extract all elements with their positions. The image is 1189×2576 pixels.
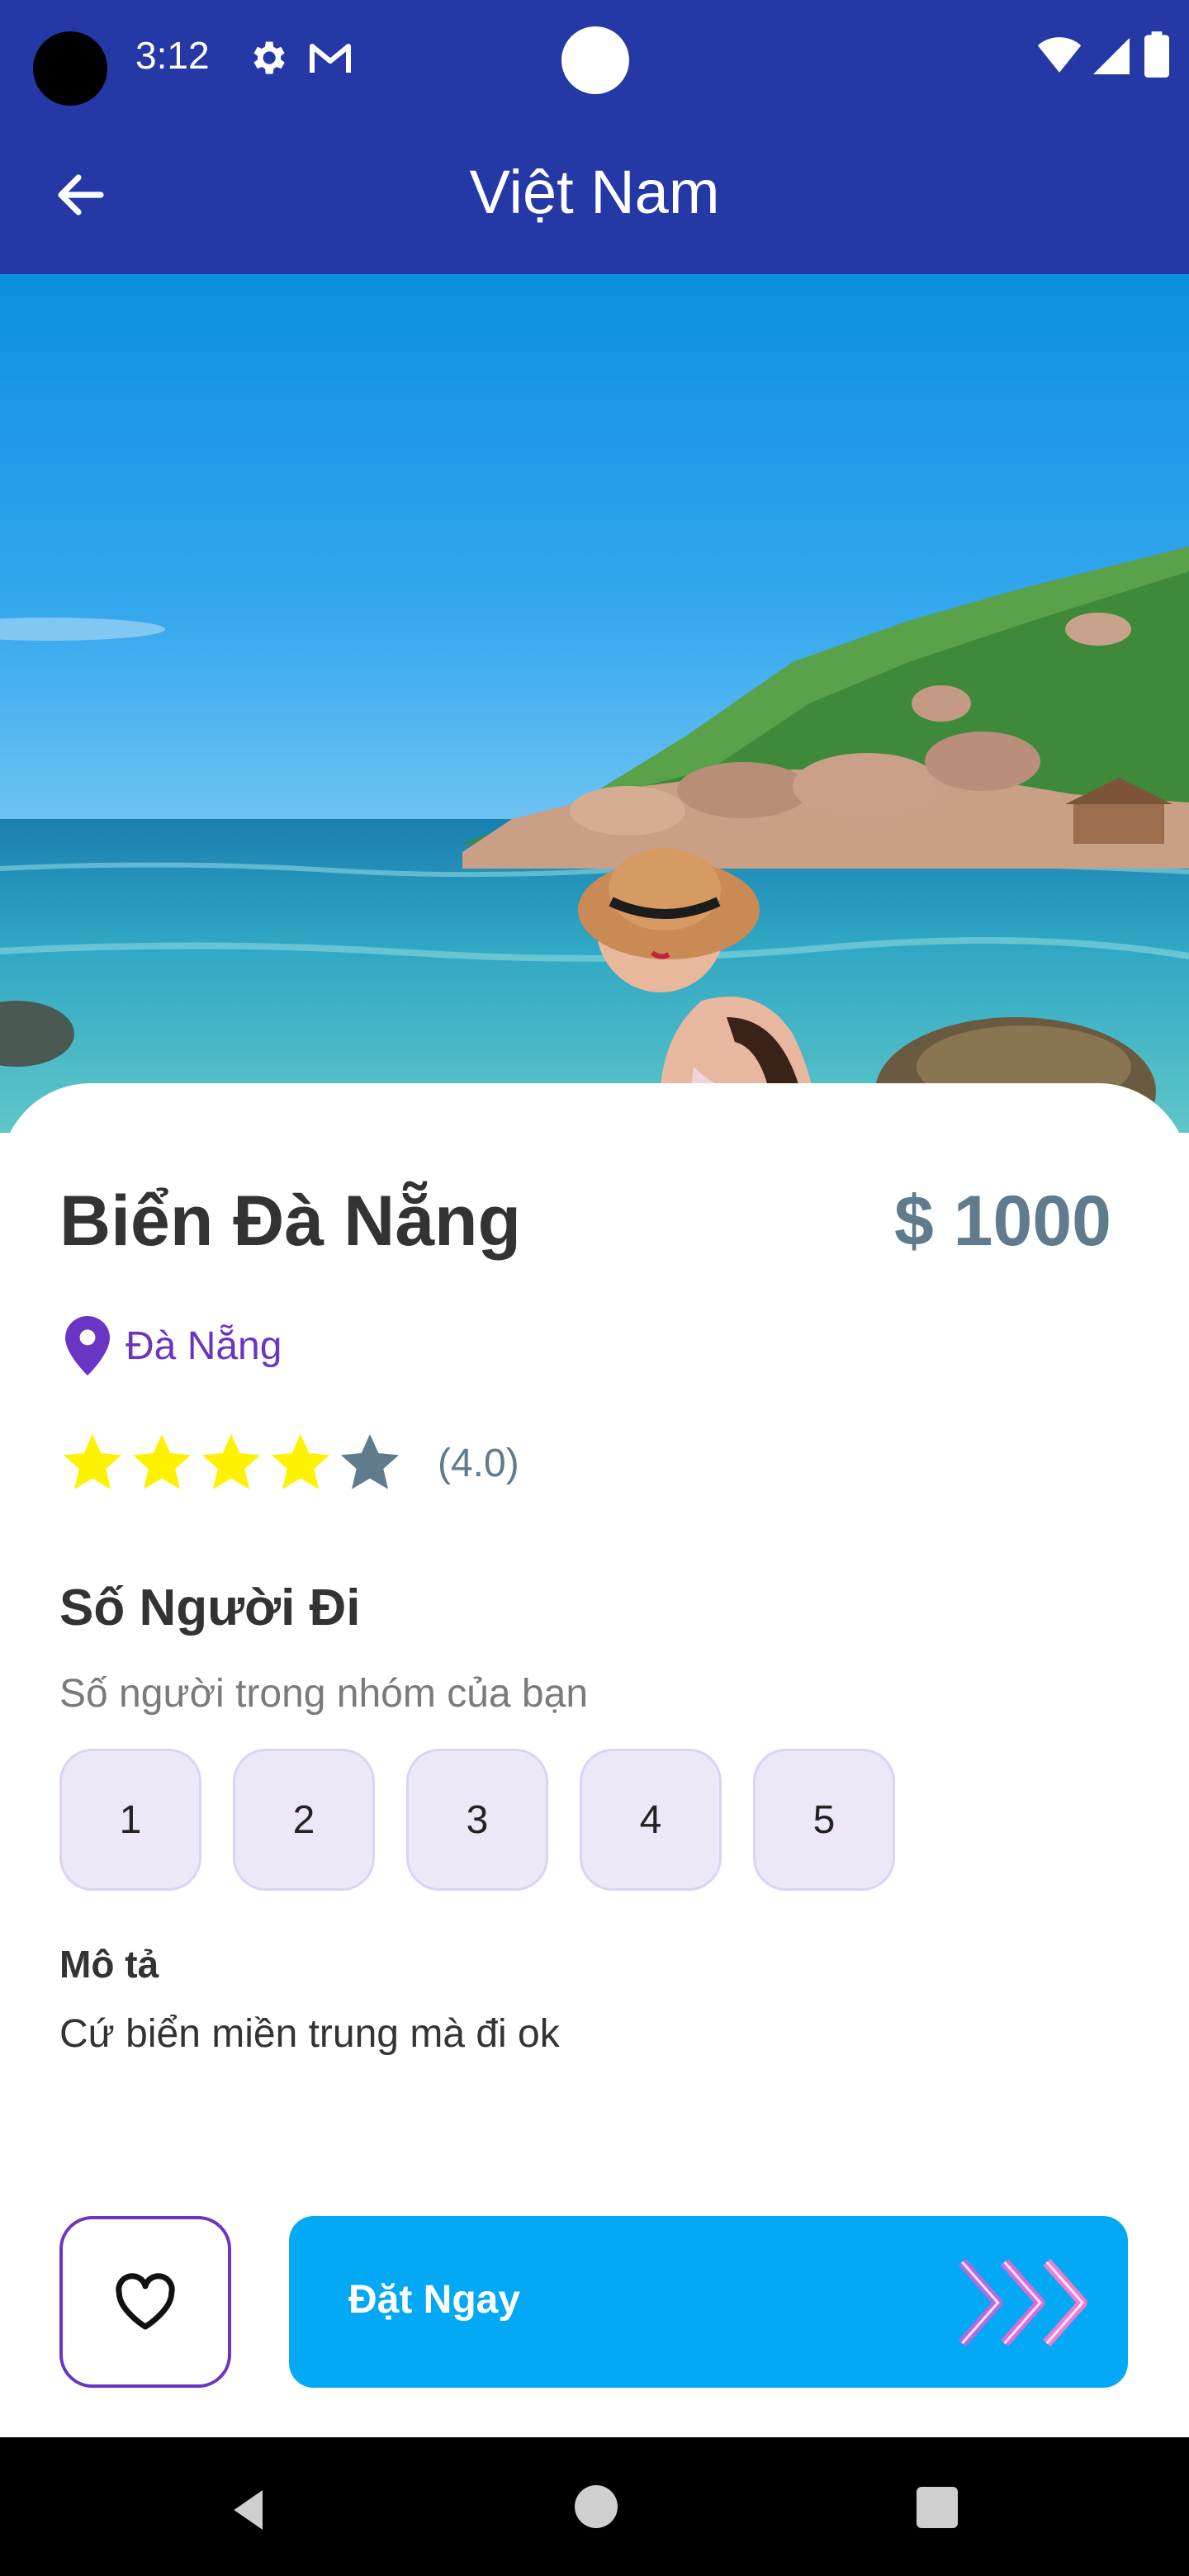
nav-home-icon[interactable] [575,2485,618,2528]
star-filled-icon [133,1434,191,1489]
people-section-subtitle: Số người trong nhóm của bạn [59,1672,589,1716]
people-count-option-3[interactable]: 3 [406,1749,548,1891]
cell-signal-icon [1093,38,1130,74]
status-time: 3:12 [135,34,210,77]
rating-value: (4.0) [438,1441,519,1485]
rating: (4.0) [59,1430,519,1496]
book-now-button[interactable]: Đặt Ngay [289,2216,1128,2388]
nav-recents-icon[interactable] [917,2487,958,2528]
front-sensor [561,26,629,94]
status-bar: 3:12 [0,0,1189,116]
star-filled-icon [272,1434,329,1489]
book-now-label: Đặt Ngay [348,2278,521,2322]
battery-icon [1144,31,1169,78]
camera-cutout [33,31,107,106]
heart-outline-icon [116,2273,175,2330]
people-count-option-5[interactable]: 5 [753,1749,895,1891]
description-title: Mô tả [59,1943,159,1986]
people-count-options: 1 2 3 4 5 [59,1749,895,1891]
settings-gear-icon [253,41,285,74]
app-bar: 3:12 Việt Nam [0,0,1189,274]
location-row: Đà Nẵng [64,1313,282,1379]
hero-image [0,274,1189,1133]
star-empty-icon [341,1434,399,1489]
favorite-button[interactable] [59,2216,231,2388]
people-section-title: Số Người Đi [59,1579,361,1636]
description-text: Cứ biển miền trung mà đi ok [59,2012,560,2056]
star-filled-icon [64,1434,121,1489]
page-title: Việt Nam [469,158,720,226]
price: $ 1000 [893,1181,1111,1261]
nav-back-icon[interactable] [223,2484,276,2536]
wifi-icon [1037,37,1082,73]
gmail-icon [310,44,351,73]
triple-chevron-right-icon [958,2258,1087,2347]
people-count-option-4[interactable]: 4 [580,1749,722,1891]
star-filled-icon [202,1434,260,1489]
detail-sheet: Biển Đà Nẵng $ 1000 Đà Nẵng (4.0) Số Ngư… [0,1083,1189,2437]
location-text: Đà Nẵng [126,1324,282,1368]
people-count-option-1[interactable]: 1 [59,1749,201,1891]
system-nav-bar [0,2437,1189,2576]
place-name: Biển Đà Nẵng [59,1181,522,1261]
people-count-option-2[interactable]: 2 [233,1749,375,1891]
map-pin-icon [65,1316,110,1376]
